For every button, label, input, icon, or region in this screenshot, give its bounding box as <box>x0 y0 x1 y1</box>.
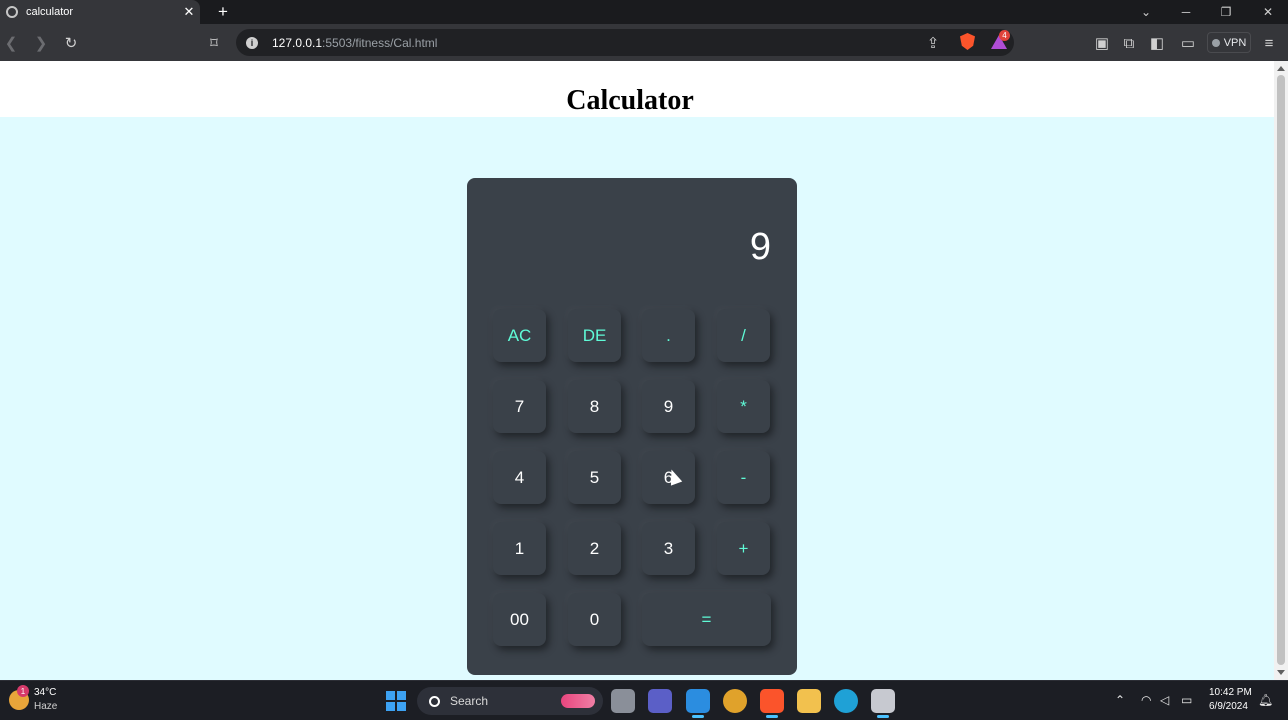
key-0-button[interactable]: 0 <box>568 593 621 646</box>
vpn-button[interactable]: VPN <box>1207 32 1251 53</box>
vpn-status-icon <box>1211 38 1220 47</box>
reload-icon[interactable]: ↻ <box>60 32 82 54</box>
notification-icon[interactable]: 🔔︎ <box>1258 693 1273 707</box>
search-label: Search <box>450 694 489 708</box>
start-button[interactable] <box>386 691 406 711</box>
taskbar-search[interactable]: Search <box>417 687 603 715</box>
volume-icon[interactable]: ◁ <box>1160 693 1169 707</box>
bookmark-icon[interactable]: ⌑ <box>203 32 225 54</box>
tray-overflow-icon[interactable]: ⌃ <box>1115 693 1125 707</box>
vscode-icon[interactable] <box>686 689 710 718</box>
scroll-down-icon[interactable] <box>1277 670 1285 675</box>
key-4-button[interactable]: 4 <box>493 451 546 504</box>
wallet-icon[interactable]: ▭ <box>1177 32 1199 54</box>
globe-icon <box>6 6 18 18</box>
key-multiply-button[interactable]: * <box>717 380 770 433</box>
site-info-icon[interactable]: i <box>246 36 258 49</box>
key-divide-button[interactable]: / <box>717 309 770 362</box>
key-dot-button[interactable]: . <box>642 309 695 362</box>
minimize-button[interactable]: ─ <box>1166 0 1206 24</box>
calculator-display: 9 <box>749 226 771 268</box>
search-icon <box>429 695 440 707</box>
battery-icon[interactable]: ▭ <box>1181 693 1192 707</box>
scroll-up-icon[interactable] <box>1277 66 1285 71</box>
taskbar: 1 34°C Haze Search ⌃ ◠ ◁ ▭ 10:42 PM 6/9/… <box>0 680 1288 720</box>
restore-button[interactable]: ❐ <box>1206 0 1246 24</box>
key-9-button[interactable]: 9 <box>642 380 695 433</box>
menu-icon[interactable]: ≡ <box>1258 32 1280 54</box>
key-2-button[interactable]: 2 <box>568 522 621 575</box>
sidebar-icon[interactable]: ◧ <box>1146 32 1168 54</box>
calculator: 9 AC DE./7 8 9 * 4 5 6-1 2 3 +00 0 = <box>467 178 797 675</box>
key-plus-button[interactable]: + <box>717 522 770 575</box>
browser-toolbar: ❮ ❯ ↻ ⌑ i 127.0.0.1 :5503/fitness/Cal.ht… <box>0 24 1288 61</box>
tab-search-icon[interactable]: ⌄ <box>1126 0 1166 24</box>
back-icon[interactable]: ❮ <box>0 32 22 54</box>
page-viewport: Calculator 9 AC DE./7 8 9 * 4 5 6-1 2 3 +00 0 = <box>0 61 1274 680</box>
extensions-icon[interactable]: ⧉ <box>1118 32 1140 54</box>
tab-title: calculator <box>26 6 74 18</box>
edge-icon[interactable] <box>834 689 858 713</box>
file-explorer-icon[interactable] <box>797 689 821 713</box>
scroll-thumb[interactable] <box>1277 75 1285 665</box>
key-equals-button[interactable]: = <box>642 593 771 646</box>
key-7-button[interactable]: 7 <box>493 380 546 433</box>
media-icon[interactable]: ▣ <box>1091 32 1113 54</box>
key-1-button[interactable]: 1 <box>493 522 546 575</box>
weather-badge: 1 <box>17 685 29 697</box>
wifi-icon[interactable]: ◠ <box>1141 693 1151 707</box>
task-view-icon[interactable] <box>611 689 635 713</box>
clock-time[interactable]: 10:42 PM <box>1209 687 1252 698</box>
vpn-label: VPN <box>1223 36 1247 49</box>
browser-titlebar: calculator ✕ + ⌄ ─ ❐ ✕ <box>0 0 1288 24</box>
page-title: Calculator <box>566 85 694 116</box>
brave-icon[interactable] <box>760 689 784 718</box>
key-5-button[interactable]: 5 <box>568 451 621 504</box>
key-ac-button[interactable]: AC <box>493 309 546 362</box>
key-minus-button[interactable]: - <box>717 451 770 504</box>
teams-icon[interactable] <box>648 689 672 713</box>
url-path: :5503/fitness/Cal.html <box>322 35 438 50</box>
browser-tab[interactable]: calculator ✕ <box>0 0 200 24</box>
new-tab-button[interactable]: + <box>212 0 234 24</box>
weather-temp[interactable]: 34°C <box>34 687 56 698</box>
search-highlight-icon <box>561 694 595 708</box>
forward-icon[interactable]: ❯ <box>30 32 52 54</box>
page-header: Calculator <box>0 61 1274 117</box>
chrome-icon[interactable] <box>723 689 747 713</box>
key-delete-button[interactable]: DE <box>568 309 621 362</box>
close-window-button[interactable]: ✕ <box>1248 0 1288 24</box>
close-tab-button[interactable]: ✕ <box>178 4 200 20</box>
share-icon[interactable]: ⇪ <box>922 32 944 54</box>
url-host: 127.0.0.1 <box>272 35 323 50</box>
clock-date[interactable]: 6/9/2024 <box>1209 701 1248 712</box>
snipping-tool-icon[interactable] <box>871 689 895 718</box>
rewards-badge: 4 <box>999 30 1010 41</box>
key-3-button[interactable]: 3 <box>642 522 695 575</box>
page-scrollbar[interactable] <box>1274 61 1288 680</box>
weather-condition[interactable]: Haze <box>34 701 57 712</box>
key-8-button[interactable]: 8 <box>568 380 621 433</box>
key-00-button[interactable]: 00 <box>493 593 546 646</box>
address-bar[interactable]: i 127.0.0.1 :5503/fitness/Cal.html <box>236 29 1014 56</box>
